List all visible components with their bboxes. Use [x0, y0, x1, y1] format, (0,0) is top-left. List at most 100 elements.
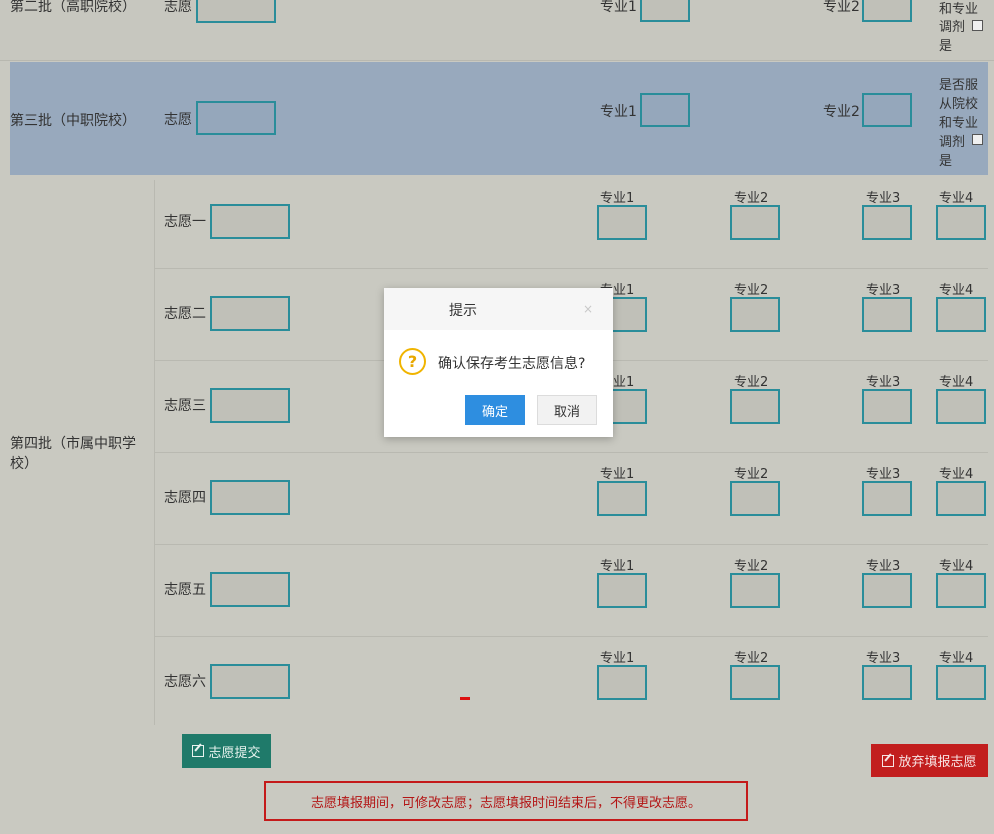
batch-4-major-label: 专业4	[939, 283, 974, 298]
batch-2-major2-input[interactable]	[862, 0, 912, 22]
batch-4-major-label: 专业2	[734, 283, 769, 298]
confirm-dialog: 提示 × ? 确认保存考生志愿信息? 确定 取消	[384, 288, 613, 437]
batch-4-major-label: 专业1	[600, 651, 635, 666]
batch-4-major-input[interactable]	[730, 481, 780, 516]
abandon-wish-button[interactable]: 放弃填报志愿	[871, 744, 988, 777]
batch-4-major-label: 专业1	[600, 559, 635, 574]
batch-4-major-input[interactable]	[936, 665, 986, 700]
batch-4-major-input[interactable]	[936, 389, 986, 424]
batch-3-adjust-text-2: 从院校	[939, 97, 979, 112]
batch-4-label: 第四批（市属中职学校）	[10, 436, 136, 472]
batch-4-major-label: 专业2	[734, 467, 769, 482]
batch-4-major-input[interactable]	[862, 389, 912, 424]
batch-2-wish-label: 志愿	[164, 0, 192, 15]
batch-2-adjust-checkbox[interactable]	[972, 20, 983, 31]
batch-4-wish-input[interactable]	[210, 296, 290, 331]
batch-4-wish-label: 志愿一	[164, 214, 206, 230]
batch-4-major-input[interactable]	[730, 205, 780, 240]
row-4-separator-3	[154, 452, 988, 453]
batch-4-major-input[interactable]	[597, 573, 647, 608]
batch-3-adjust-checkbox[interactable]	[972, 134, 983, 145]
abandon-wish-label: 放弃填报志愿	[898, 755, 977, 770]
batch-4-major-label: 专业2	[734, 375, 769, 390]
batch-4-wish-label: 志愿五	[164, 582, 206, 598]
batch-3-major2-input[interactable]	[862, 93, 912, 127]
batch-4-major-input[interactable]	[862, 573, 912, 608]
batch-3-wish-label: 志愿	[164, 112, 192, 128]
batch-4-major-label: 专业1	[600, 467, 635, 482]
batch-4-major-input[interactable]	[936, 573, 986, 608]
batch-4-major-label: 专业3	[866, 283, 901, 298]
batch-4-major-input[interactable]	[862, 205, 912, 240]
batch-3-adjust-text-3: 和专业	[939, 116, 979, 131]
submit-wish-button[interactable]: 志愿提交	[182, 734, 271, 768]
batch-4-major-label: 专业3	[866, 375, 901, 390]
batch-2-adjust-text-1: 和专业	[939, 2, 979, 17]
batch-4-major-label: 专业3	[866, 191, 901, 206]
batch-4-wish-input[interactable]	[210, 388, 290, 423]
batch-4-major-label: 专业2	[734, 651, 769, 666]
row-4-separator-5	[154, 636, 988, 637]
batch-3-wish-input[interactable]	[196, 101, 276, 135]
batch-4-wish-input[interactable]	[210, 664, 290, 699]
batch-2-adjust-value: 是	[939, 39, 953, 54]
batch-3-adjust-value: 是	[939, 154, 953, 169]
batch-4-wish-input[interactable]	[210, 204, 290, 239]
batch-4-major-input[interactable]	[862, 297, 912, 332]
red-mark	[460, 697, 470, 700]
batch-4-major-input[interactable]	[730, 297, 780, 332]
batch-4-major-label: 专业4	[939, 467, 974, 482]
batch-4-major-label: 专业1	[600, 191, 635, 206]
batch-4-wish-label: 志愿二	[164, 306, 206, 322]
cancel-button[interactable]: 取消	[537, 395, 597, 425]
batch-4-major-input[interactable]	[730, 389, 780, 424]
batch-4-wish-label: 志愿四	[164, 490, 206, 506]
batch-4-major-label: 专业4	[939, 651, 974, 666]
batch-4-major-label: 专业3	[866, 467, 901, 482]
dialog-title-bar: 提示 ×	[384, 288, 613, 330]
batch-4-major-input[interactable]	[730, 573, 780, 608]
batch-4-major-input[interactable]	[597, 205, 647, 240]
batch-4-wish-label: 志愿六	[164, 674, 206, 690]
dialog-title: 提示	[449, 303, 477, 319]
notice-text: 志愿填报期间，可修改志愿；志愿填报时间结束后，不得更改志愿。	[310, 795, 701, 811]
batch-3-adjust-text-4: 调剂	[939, 135, 966, 150]
submit-wish-label: 志愿提交	[208, 745, 261, 761]
batch-4-major-input[interactable]	[936, 205, 986, 240]
batch-2-adjust-text-2: 调剂	[939, 20, 966, 35]
batch-4-major-label: 专业4	[939, 191, 974, 206]
batch-2-major1-input[interactable]	[640, 0, 690, 22]
batch-4-wish-label: 志愿三	[164, 398, 206, 414]
close-icon[interactable]: ×	[583, 302, 593, 316]
batch-4-major-label: 专业4	[939, 559, 974, 574]
batch-4-wish-input[interactable]	[210, 572, 290, 607]
batch-4-major-label: 专业2	[734, 191, 769, 206]
batch-4-major-input[interactable]	[730, 665, 780, 700]
question-icon: ?	[399, 348, 426, 375]
batch-3-major2-label: 专业2	[823, 104, 860, 120]
edit-icon	[192, 745, 205, 757]
batch-2-major2-label: 专业2	[823, 0, 860, 15]
batch-3-adjust-text-1: 是否服	[939, 78, 979, 93]
batch-4-major-input[interactable]	[936, 297, 986, 332]
batch-3-label: 第三批（中职院校）	[10, 113, 136, 129]
batch-4-major-input[interactable]	[862, 481, 912, 516]
batch-3-major1-label: 专业1	[600, 104, 637, 120]
batch-4-major-input[interactable]	[597, 481, 647, 516]
batch-4-major-label: 专业4	[939, 375, 974, 390]
dialog-message: 确认保存考生志愿信息?	[438, 356, 586, 372]
batch-3-major1-input[interactable]	[640, 93, 690, 127]
edit-icon	[882, 754, 895, 767]
batch-2-major1-label: 专业1	[600, 0, 637, 15]
batch-2-label: 第二批（高职院校）	[10, 0, 136, 15]
batch-4-major-label: 专业3	[866, 559, 901, 574]
batch-4-major-input[interactable]	[936, 481, 986, 516]
notice-box: 志愿填报期间，可修改志愿；志愿填报时间结束后，不得更改志愿。	[264, 781, 748, 821]
batch-4-major-input[interactable]	[597, 665, 647, 700]
row-4-separator-1	[154, 268, 988, 269]
batch-4-major-input[interactable]	[862, 665, 912, 700]
batch-2-wish-input[interactable]	[196, 0, 276, 23]
confirm-button[interactable]: 确定	[465, 395, 525, 425]
batch-4-wish-input[interactable]	[210, 480, 290, 515]
batch-4-major-label: 专业3	[866, 651, 901, 666]
